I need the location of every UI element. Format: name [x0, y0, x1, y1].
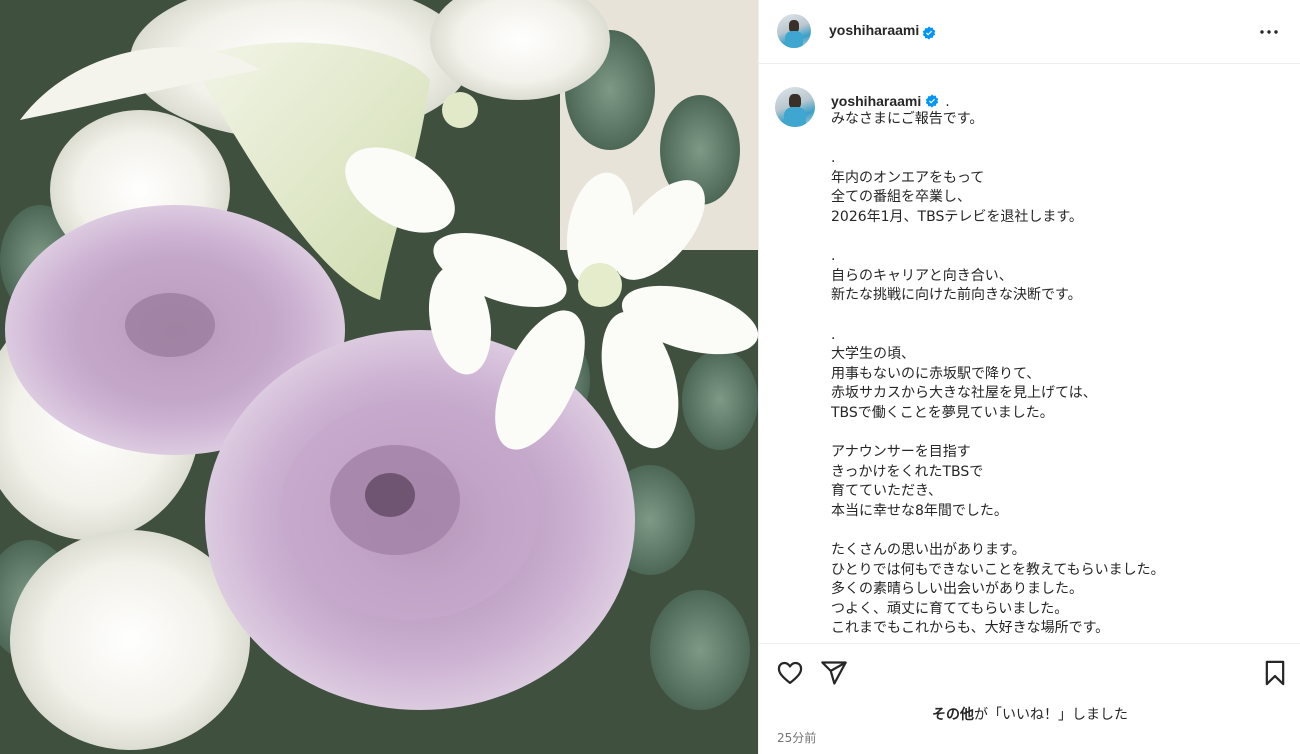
caption-line: . — [831, 150, 836, 167]
caption-line: 用事もないのに赤坂駅で降りて、 — [831, 365, 1041, 382]
likes-others-link[interactable]: その他 — [932, 707, 974, 723]
flower-bouquet-image — [0, 0, 758, 754]
caption-line: 年内のオンエアをもって — [831, 169, 985, 186]
caption-line — [831, 424, 1281, 444]
caption-avatar[interactable] — [775, 87, 815, 127]
post-timestamp[interactable]: 25分前 — [777, 729, 816, 746]
caption-line: 新たな挑戦に向けた前向きな決断です。 — [831, 287, 1082, 304]
caption-line: 全ての番組を卒業し、 — [831, 189, 971, 206]
caption-line: つよく、頑丈に育ててもらいました。 — [831, 600, 1069, 617]
caption-line: 赤坂サカスから大きな社屋を見上げては、 — [831, 385, 1097, 402]
caption-line — [831, 521, 1281, 541]
caption-line — [831, 306, 1281, 326]
caption-author: yoshiharaami . — [831, 93, 950, 110]
caption-line: みなさまにご報告です。 — [831, 111, 984, 127]
avatar[interactable] — [777, 14, 811, 48]
caption-line: たくさんの思い出があります。 — [831, 542, 1026, 559]
caption-line: 大学生の頃、 — [831, 346, 915, 363]
caption-line: これまでもこれからも、大好きな場所です。 — [831, 620, 1110, 637]
verified-badge-icon — [926, 94, 939, 108]
post-photo[interactable] — [0, 0, 758, 754]
caption-line: ひとりでは何もできないことを教えてもらいました。 — [831, 561, 1165, 578]
caption-line: アナウンサーを目指す — [831, 444, 971, 461]
caption-line: 本当に幸せな8年間でした。 — [831, 502, 1008, 519]
caption-line — [831, 228, 1281, 248]
caption-area: yoshiharaami . みなさまにご報告です。. 年内のオンエアをもって 全て… — [759, 65, 1300, 643]
caption-line: . — [831, 248, 836, 265]
caption-dot: . — [945, 94, 950, 110]
post-header: yoshiharaami — [759, 0, 1300, 64]
more-options-icon[interactable] — [1257, 20, 1281, 44]
verified-badge-icon — [922, 23, 936, 42]
caption-line: TBSで働くことを夢見ていました。 — [831, 404, 1054, 421]
likes-text: が「いいね！」しました — [974, 707, 1128, 723]
heart-icon[interactable] — [776, 659, 804, 687]
bookmark-icon[interactable] — [1261, 659, 1289, 687]
caption-line: 育てていただき、 — [831, 483, 943, 500]
caption-line: 多くの素晴らしい出会いがありました。 — [831, 581, 1083, 598]
caption-line: . — [831, 326, 836, 343]
post-side-panel: yoshiharaami yoshiharaami . みなさまにご報告です。 … — [758, 0, 1300, 754]
username-link[interactable]: yoshiharaami — [829, 22, 919, 38]
likes-summary: その他が「いいね！」しました — [759, 704, 1300, 724]
caption-line: 2026年1月、TBSテレビを退社します。 — [831, 208, 1083, 225]
paper-plane-icon[interactable] — [820, 659, 848, 687]
caption-line: きっかけをくれたTBSで — [831, 463, 984, 480]
caption-text: みなさまにご報告です。. 年内のオンエアをもって 全ての番組を卒業し、 2026年1月… — [831, 110, 1281, 639]
caption-line — [831, 130, 1281, 150]
caption-username-link[interactable]: yoshiharaami — [831, 93, 921, 109]
action-bar: その他が「いいね！」しました 25分前 — [759, 643, 1300, 754]
caption-line: 自らのキャリアと向き合い、 — [831, 267, 1013, 284]
